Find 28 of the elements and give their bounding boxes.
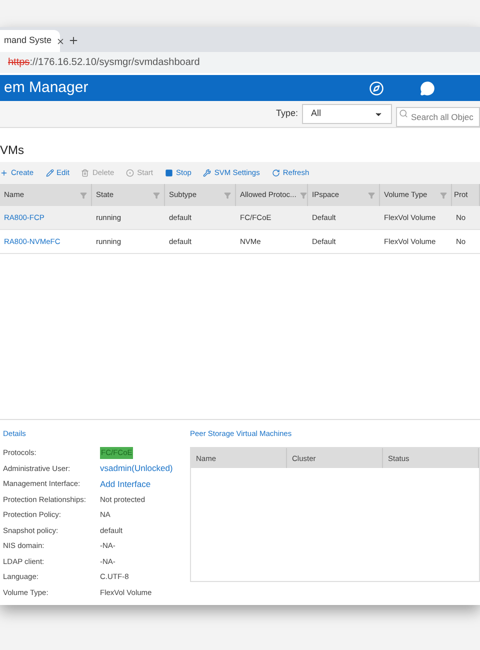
chat-icon[interactable]	[420, 80, 435, 96]
address-bar[interactable]: https://176.16.52.10/sysmgr/svmdashboard	[0, 52, 480, 73]
close-icon[interactable]	[56, 36, 65, 46]
tab-title: mand Syste	[4, 34, 52, 48]
url-text: https://176.16.52.10/sysmgr/svmdashboard	[8, 56, 200, 70]
refresh-icon	[272, 169, 280, 177]
wrench-icon	[203, 169, 212, 177]
search-icon	[399, 109, 408, 118]
section-title: VMs	[0, 142, 25, 159]
type-label: Type:	[276, 107, 298, 120]
filter-icon[interactable]	[300, 192, 308, 198]
detail-link[interactable]: Add Interface	[100, 478, 151, 490]
square-icon	[164, 169, 173, 177]
type-dropdown[interactable]: All	[302, 104, 392, 124]
trash-icon	[81, 169, 90, 177]
new-tab-icon[interactable]	[68, 35, 79, 46]
app-title: em Manager	[4, 78, 90, 98]
plus-icon	[0, 169, 8, 177]
search-field[interactable]: Search all Objec	[396, 107, 480, 127]
pencil-icon	[46, 169, 54, 177]
filter-icon[interactable]	[80, 192, 87, 198]
filter-icon[interactable]	[153, 192, 160, 198]
compass-icon[interactable]	[369, 80, 384, 96]
filter-icon[interactable]	[224, 192, 231, 198]
circle-icon	[126, 169, 134, 177]
filter-icon[interactable]	[368, 192, 375, 198]
filter-icon[interactable]	[440, 192, 447, 198]
detail-link[interactable]: vsadmin(Unlocked)	[100, 462, 173, 475]
